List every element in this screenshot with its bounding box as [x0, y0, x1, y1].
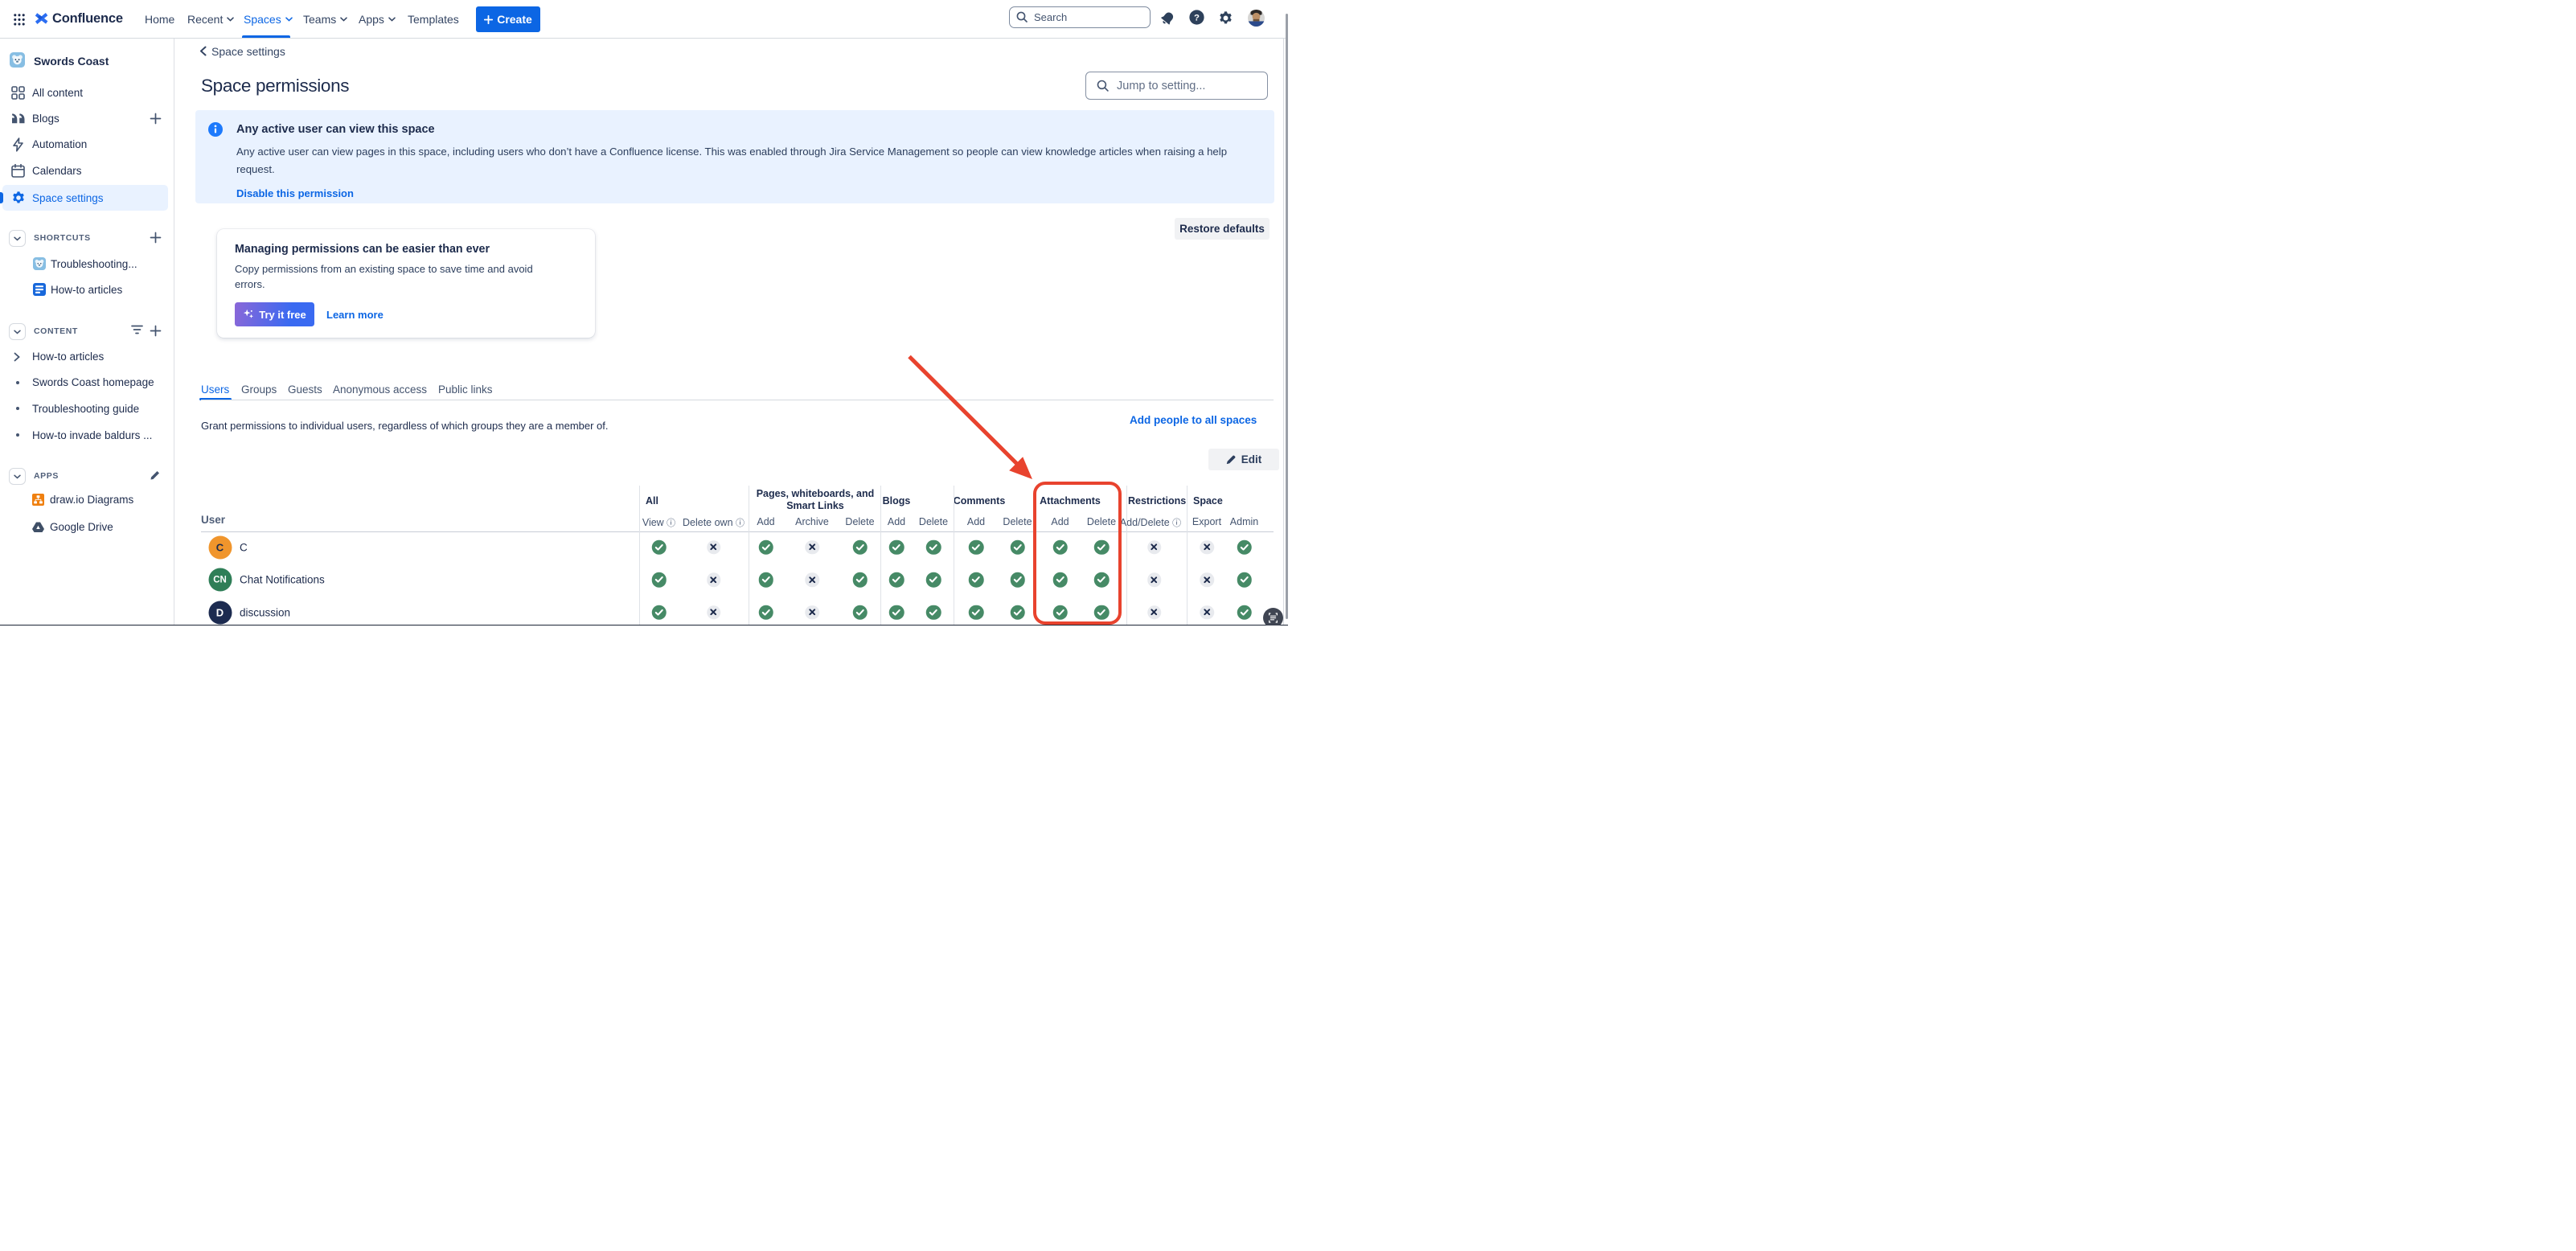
svg-text:?: ?	[1194, 13, 1200, 23]
